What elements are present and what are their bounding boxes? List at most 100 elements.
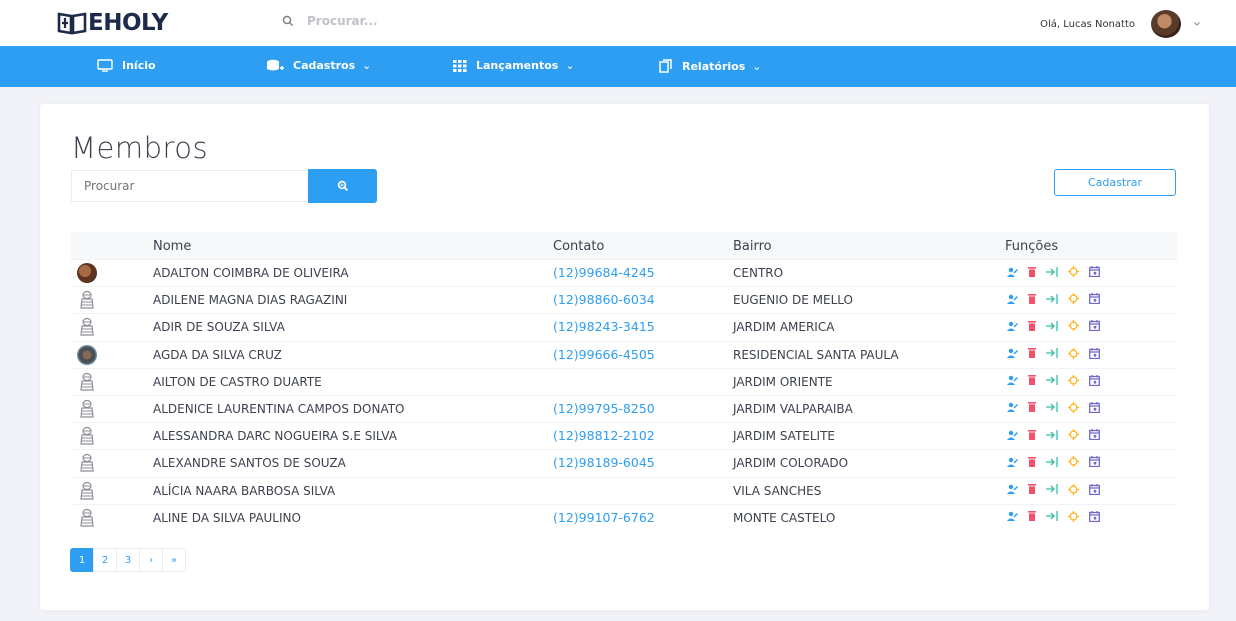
target-icon[interactable] — [1068, 374, 1085, 386]
calendar-icon[interactable] — [1089, 483, 1106, 495]
member-contact-link[interactable]: (12)99684-4245 — [553, 265, 655, 280]
transfer-icon[interactable] — [1046, 429, 1064, 440]
user-edit-icon[interactable] — [1007, 457, 1024, 467]
trash-icon[interactable] — [1028, 293, 1042, 304]
user-edit-icon[interactable] — [1007, 375, 1024, 386]
member-contact-link[interactable]: (12)98243-3415 — [553, 319, 655, 334]
row-actions — [1007, 293, 1110, 305]
target-icon[interactable] — [1068, 347, 1085, 359]
trash-icon[interactable] — [1028, 320, 1042, 331]
chevron-down-icon: ⌄ — [362, 59, 372, 72]
table-row[interactable]: ALDENICE LAURENTINA CAMPOS DONATO (12)997… — [71, 394, 1177, 422]
calendar-icon[interactable] — [1089, 347, 1106, 359]
target-icon[interactable] — [1068, 429, 1085, 441]
member-contact-link[interactable]: (12)99666-4505 — [553, 347, 655, 362]
page-1-button[interactable]: 1 — [70, 548, 94, 572]
user-edit-icon[interactable] — [1007, 430, 1024, 440]
user-edit-icon[interactable] — [1007, 321, 1024, 331]
target-icon[interactable] — [1068, 266, 1085, 277]
transfer-icon[interactable] — [1046, 456, 1064, 467]
member-name: ALESSANDRA DARC NOGUEIRA S.E SILVA — [153, 429, 397, 444]
table-row[interactable]: ALEXANDRE SANTOS DE SOUZA (12)98189-6045 J… — [71, 449, 1177, 476]
target-icon[interactable] — [1068, 320, 1085, 332]
nav-lancamentos[interactable]: Lançamentos ⌄ — [453, 59, 575, 72]
target-icon[interactable] — [1068, 483, 1085, 495]
calendar-icon[interactable] — [1089, 320, 1106, 332]
target-icon[interactable] — [1068, 456, 1085, 468]
avatar[interactable] — [1151, 10, 1181, 38]
table-row[interactable]: ALESSANDRA DARC NOGUEIRA S.E SILVA (12)98… — [71, 422, 1177, 449]
user-edit-icon[interactable] — [1007, 511, 1024, 522]
table-row[interactable]: ALÍCIA NAARA BARBOSA SILVA VILA SANCHES — [71, 476, 1177, 504]
header-district[interactable]: Bairro — [733, 239, 772, 254]
trash-icon[interactable] — [1028, 402, 1042, 413]
members-search-button[interactable] — [308, 169, 377, 203]
table-row[interactable]: ADALTON COIMBRA DE OLIVEIRA (12)99684-424… — [71, 259, 1177, 286]
page-2-button[interactable]: 2 — [93, 548, 117, 572]
nav-cadastros[interactable]: Cadastros ⌄ — [266, 59, 371, 72]
user-edit-icon[interactable] — [1007, 484, 1024, 494]
last-page-button[interactable]: » — [162, 548, 186, 572]
members-search-input[interactable] — [71, 170, 308, 202]
calendar-icon[interactable] — [1089, 510, 1106, 522]
database-add-icon — [267, 59, 284, 71]
member-contact-link[interactable]: (12)98812-2102 — [553, 428, 655, 443]
header-contact[interactable]: Contato — [553, 239, 604, 254]
table-row[interactable]: ADIR DE SOUZA SILVA (12)98243-3415 JARDIM … — [71, 313, 1177, 340]
table-row[interactable]: AILTON DE CASTRO DUARTE JARDIM ORIENTE — [71, 367, 1177, 395]
transfer-icon[interactable] — [1046, 293, 1064, 304]
trash-icon[interactable] — [1028, 429, 1042, 440]
member-contact-link[interactable]: (12)98860-6034 — [553, 292, 655, 307]
trash-icon[interactable] — [1028, 375, 1042, 386]
table-row[interactable]: ADILENE MAGNA DIAS RAGAZINI (12)98860-603… — [71, 286, 1177, 313]
transfer-icon[interactable] — [1046, 511, 1064, 522]
transfer-icon[interactable] — [1046, 402, 1064, 413]
table-body: ADALTON COIMBRA DE OLIVEIRA (12)99684-424… — [71, 259, 1177, 531]
trash-icon[interactable] — [1028, 348, 1042, 359]
calendar-icon[interactable] — [1089, 456, 1106, 468]
user-edit-icon[interactable] — [1007, 348, 1024, 359]
transfer-icon[interactable] — [1046, 348, 1064, 359]
member-district: JARDIM AMERICA — [733, 320, 835, 335]
transfer-icon[interactable] — [1046, 484, 1064, 494]
target-icon[interactable] — [1068, 293, 1085, 305]
page-3-button[interactable]: 3 — [116, 548, 140, 572]
global-search[interactable]: Procurar... — [282, 14, 378, 28]
transfer-icon[interactable] — [1046, 320, 1064, 331]
user-edit-icon[interactable] — [1007, 294, 1024, 304]
calendar-icon[interactable] — [1089, 374, 1106, 386]
user-edit-icon[interactable] — [1007, 267, 1024, 277]
calendar-icon[interactable] — [1089, 293, 1106, 305]
nav-relatorios[interactable]: Relatórios ⌄ — [659, 59, 761, 73]
user-edit-icon[interactable] — [1007, 402, 1024, 413]
next-page-button[interactable]: › — [139, 548, 163, 572]
chevron-down-icon[interactable] — [1193, 20, 1201, 28]
table-row[interactable]: ALINE DA SILVA PAULINO (12)99107-6762 MONT… — [71, 503, 1177, 531]
user-menu[interactable]: Olá, Lucas Nonatto — [1040, 10, 1201, 38]
nav-inicio[interactable]: Início — [97, 59, 156, 72]
member-contact-link[interactable]: (12)99795-8250 — [553, 401, 655, 416]
global-search-input[interactable]: Procurar... — [307, 14, 378, 28]
member-contact-link[interactable]: (12)98189-6045 — [553, 455, 655, 470]
trash-icon[interactable] — [1028, 484, 1042, 494]
table-row[interactable]: AGDA DA SILVA CRUZ (12)99666-4505 RESIDENC… — [71, 340, 1177, 368]
trash-icon[interactable] — [1028, 266, 1042, 277]
member-contact-link[interactable]: (12)99107-6762 — [553, 510, 655, 525]
header-functions: Funções — [1005, 239, 1059, 254]
register-button[interactable]: Cadastrar — [1054, 169, 1176, 196]
calendar-icon[interactable] — [1089, 401, 1106, 413]
transfer-icon[interactable] — [1046, 375, 1064, 386]
member-placeholder-icon — [77, 453, 97, 473]
trash-icon[interactable] — [1028, 511, 1042, 522]
trash-icon[interactable] — [1028, 456, 1042, 467]
calendar-icon[interactable] — [1089, 429, 1106, 441]
transfer-icon[interactable] — [1046, 266, 1064, 277]
target-icon[interactable] — [1068, 401, 1085, 413]
header-name[interactable]: Nome — [153, 239, 191, 254]
brand-logo[interactable]: EHOLY — [57, 8, 168, 38]
table-header: Nome Contato Bairro Funções — [71, 232, 1177, 259]
calendar-icon[interactable] — [1089, 266, 1106, 277]
target-icon[interactable] — [1068, 510, 1085, 522]
members-table: Nome Contato Bairro Funções ADALTON COIM… — [71, 232, 1177, 531]
brand-name: EHOLY — [88, 10, 168, 36]
